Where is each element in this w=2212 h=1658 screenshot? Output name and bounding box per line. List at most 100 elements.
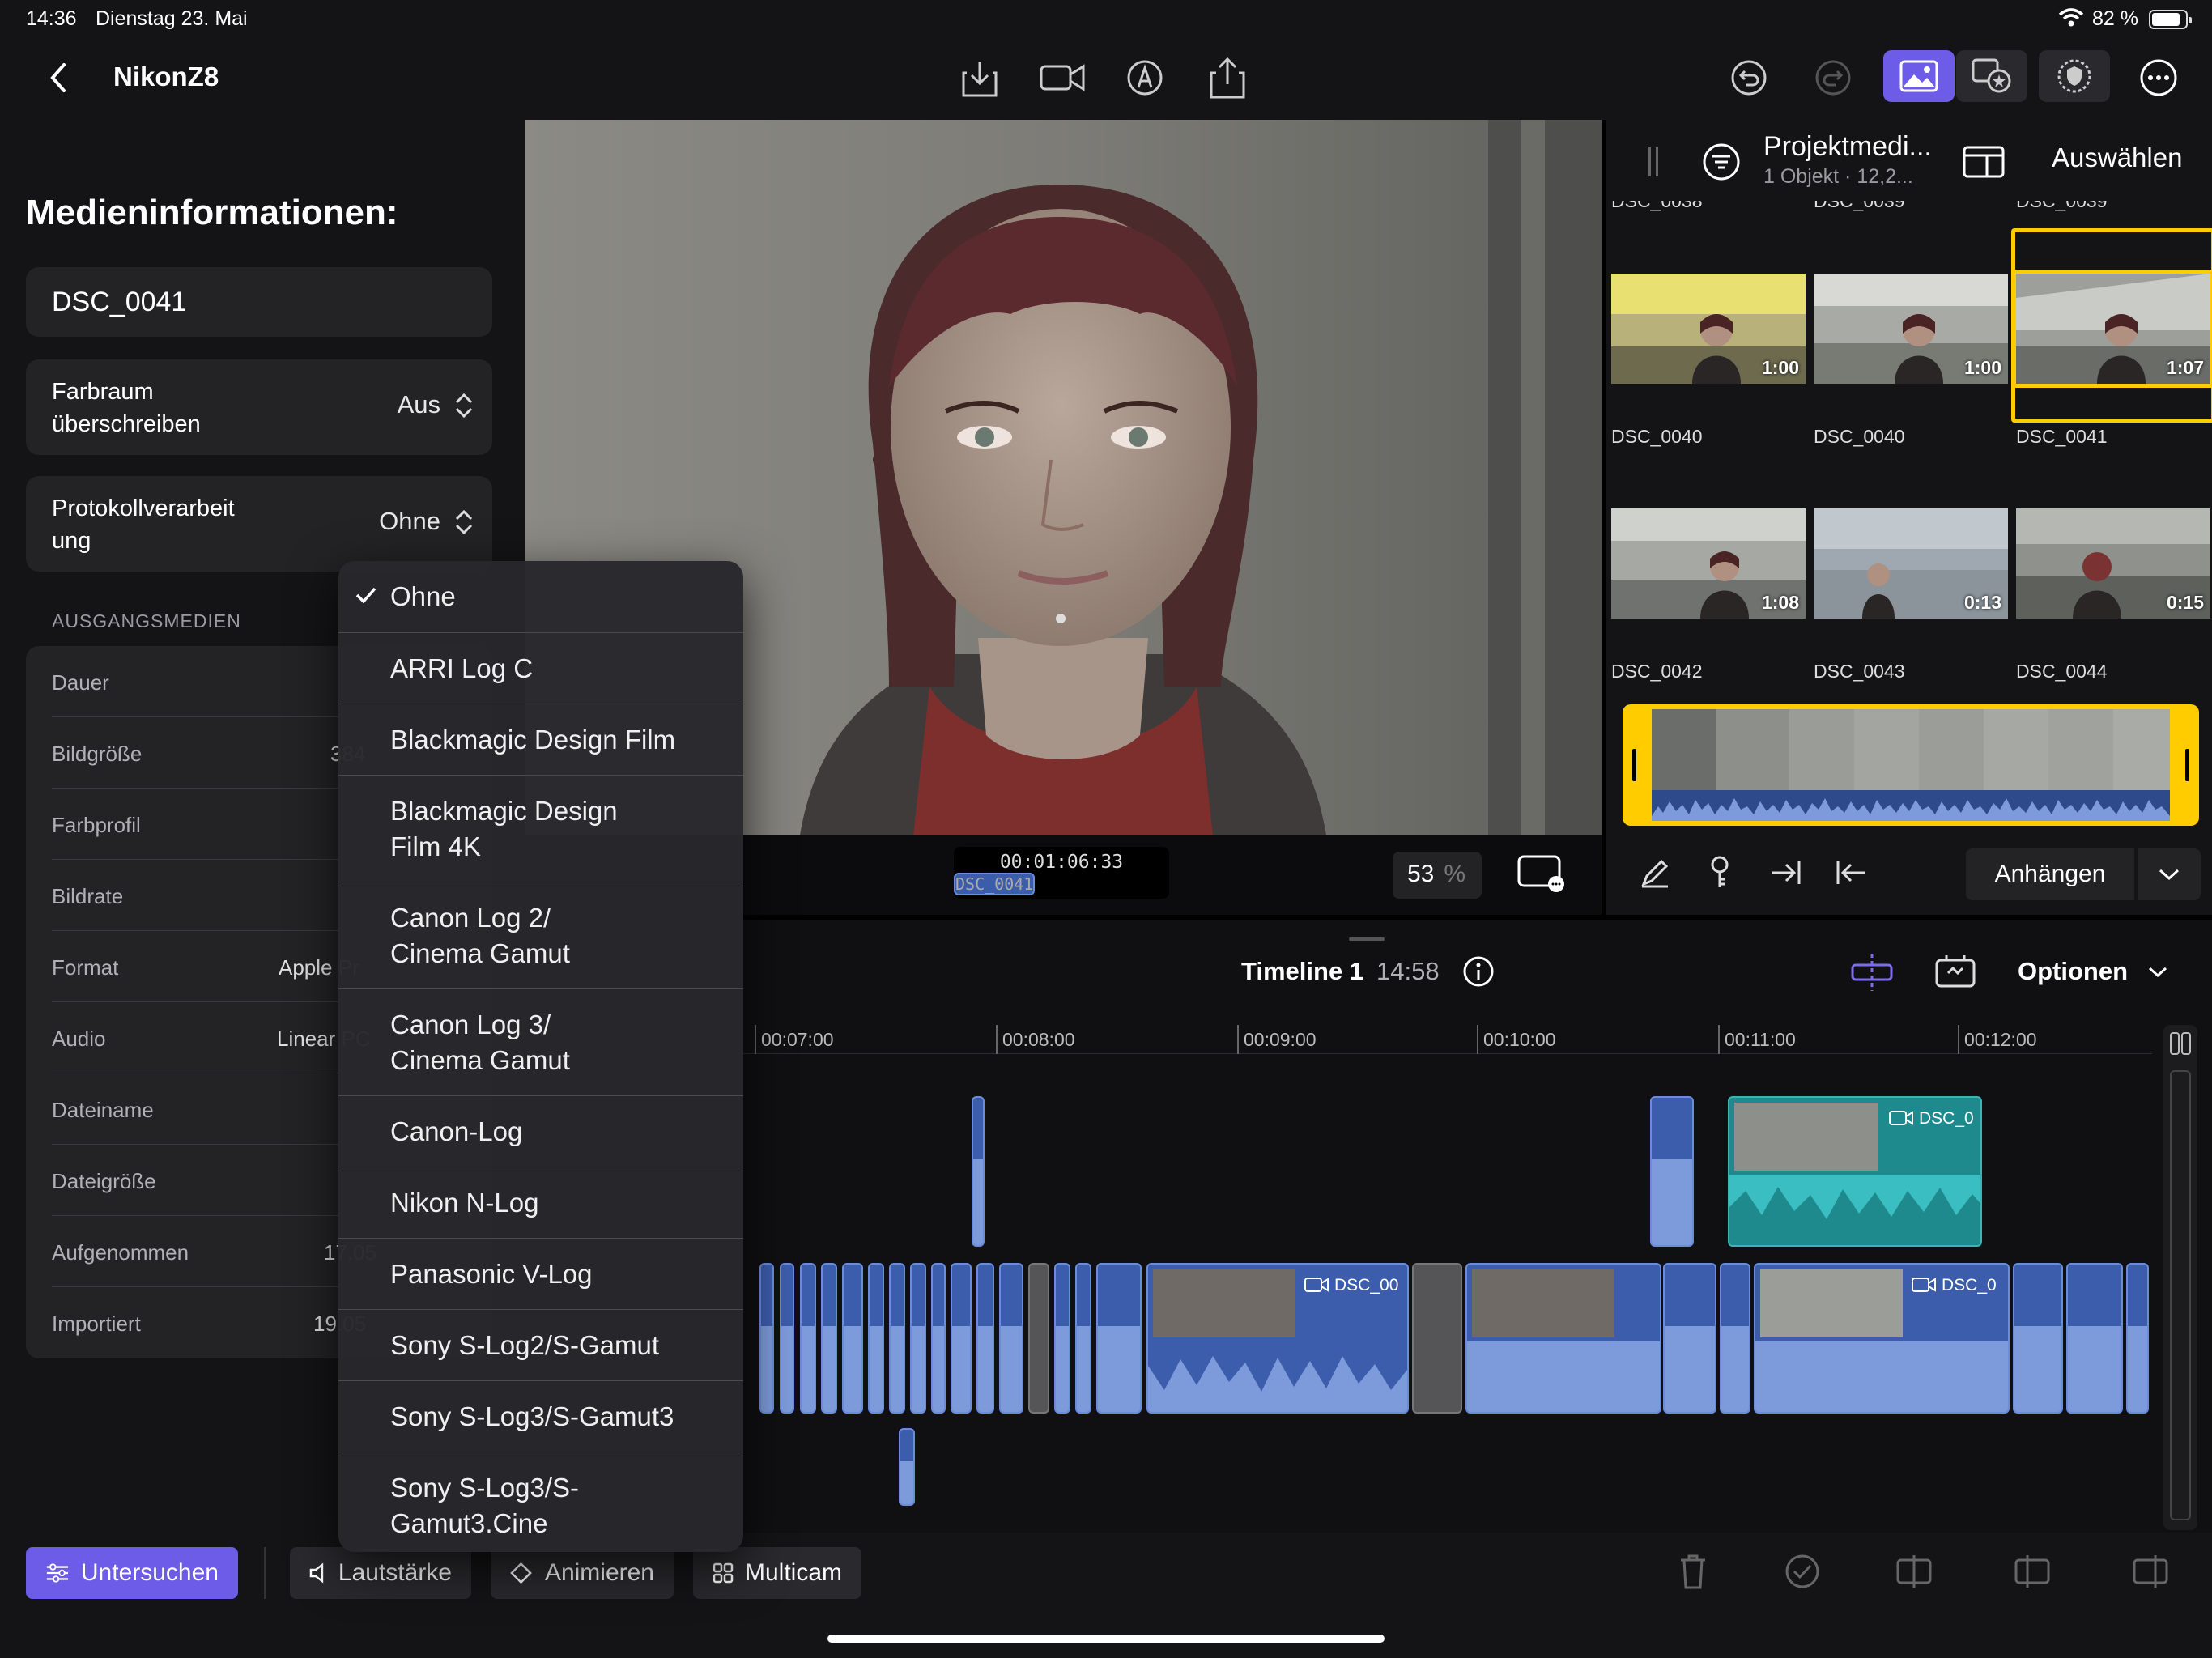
- timeline-clip[interactable]: [800, 1263, 816, 1414]
- media-thumbnail-selected[interactable]: 1:07: [2012, 270, 2212, 388]
- timeline-clip[interactable]: [1054, 1263, 1070, 1414]
- timeline-clip[interactable]: [1663, 1263, 1716, 1414]
- menu-item-sony-slog2[interactable]: Sony S-Log2/S-Gamut: [338, 1309, 743, 1380]
- timeline-clip[interactable]: [910, 1263, 926, 1414]
- media-thumbnail[interactable]: 1:00: [1814, 274, 2008, 384]
- menu-item-bmd-film-4k[interactable]: Blackmagic Design Film 4K: [338, 775, 743, 882]
- photos-icon[interactable]: [1883, 50, 1955, 102]
- timeline-gap-clip[interactable]: [1028, 1263, 1049, 1414]
- timeline-clip[interactable]: [1650, 1096, 1694, 1247]
- skimming-icon[interactable]: [1933, 952, 1977, 991]
- split-icon[interactable]: [1895, 1554, 1933, 1589]
- menu-item-canon-log[interactable]: Canon-Log: [338, 1095, 743, 1167]
- redo-icon[interactable]: [1809, 53, 1857, 102]
- clip-range-selector[interactable]: [1623, 704, 2199, 826]
- ruler-tick: 00:08:00: [996, 1025, 1075, 1054]
- color-space-picker[interactable]: Farbraum überschreiben Aus: [26, 359, 492, 455]
- checkmark-icon[interactable]: [1784, 1554, 1820, 1589]
- timeline-clip[interactable]: [999, 1263, 1023, 1414]
- insert-right-icon[interactable]: [1762, 848, 1810, 897]
- trim-handle-right[interactable]: [2185, 749, 2189, 781]
- animate-button[interactable]: Animieren: [491, 1547, 674, 1599]
- timeline-clip[interactable]: [759, 1263, 774, 1414]
- timeline-scrollbar[interactable]: [2163, 1025, 2197, 1530]
- pencil-icon[interactable]: [1631, 848, 1679, 897]
- menu-item-arri[interactable]: ARRI Log C: [338, 632, 743, 704]
- trim-handle-left[interactable]: [1632, 749, 1636, 781]
- snapping-icon[interactable]: [1849, 952, 1895, 993]
- menu-item-bmd-film[interactable]: Blackmagic Design Film: [338, 704, 743, 775]
- import-icon[interactable]: [955, 53, 1004, 102]
- timeline-clip[interactable]: [976, 1263, 994, 1414]
- clip-name-field[interactable]: DSC_0041: [26, 267, 492, 337]
- media-thumbnail[interactable]: 1:08: [1611, 508, 1806, 619]
- menu-item-canon-log2[interactable]: Canon Log 2/ Cinema Gamut: [338, 882, 743, 988]
- inspect-button[interactable]: Untersuchen: [26, 1547, 238, 1599]
- camera-icon[interactable]: [1038, 53, 1087, 102]
- favorites-icon[interactable]: [1956, 50, 2027, 102]
- timeline-gap-clip[interactable]: [1412, 1263, 1462, 1414]
- menu-item-nikon-nlog[interactable]: Nikon N-Log: [338, 1167, 743, 1238]
- timeline-clip[interactable]: [868, 1263, 884, 1414]
- timeline-clip[interactable]: [951, 1263, 972, 1414]
- undo-icon[interactable]: [1725, 53, 1773, 102]
- timeline-clip[interactable]: [1096, 1263, 1142, 1414]
- timeline-clip-connected[interactable]: DSC_0: [1728, 1096, 1982, 1247]
- timeline-clip[interactable]: DSC_00: [1146, 1263, 1409, 1414]
- thumb-duration: 1:00: [1761, 357, 1799, 378]
- trim-end-icon[interactable]: [2131, 1554, 2170, 1589]
- trim-start-icon[interactable]: [2013, 1554, 2052, 1589]
- timeline-clip[interactable]: [972, 1096, 985, 1247]
- zoom-control[interactable]: 53%: [1393, 852, 1482, 899]
- timeline-clip[interactable]: [842, 1263, 863, 1414]
- thumb-label: DSC_0039: [2016, 201, 2108, 211]
- more-icon[interactable]: [2134, 53, 2183, 102]
- voiceover-icon[interactable]: [1121, 53, 1169, 102]
- timeline-clip[interactable]: [780, 1263, 794, 1414]
- timeline-clip[interactable]: [1720, 1263, 1750, 1414]
- status-bar: 14:36 Dienstag 23. Mai 82 %: [0, 0, 2212, 37]
- media-thumbnail[interactable]: 0:15: [2016, 508, 2210, 619]
- select-button[interactable]: Auswählen: [2052, 142, 2182, 173]
- timeline-clip[interactable]: [1075, 1263, 1091, 1414]
- timeline-clip[interactable]: DSC_0: [1754, 1263, 2010, 1414]
- menu-item-sony-slog3[interactable]: Sony S-Log3/S-Gamut3: [338, 1380, 743, 1452]
- media-thumbnail[interactable]: 1:00: [1611, 274, 1806, 384]
- viewer-options-icon[interactable]: [1516, 853, 1568, 892]
- home-indicator[interactable]: [827, 1635, 1385, 1643]
- menu-item-ohne[interactable]: Ohne: [338, 561, 743, 632]
- menu-item-sony-slog3-cine[interactable]: Sony S-Log3/S- Gamut3.Cine: [338, 1452, 743, 1552]
- media-thumbnail[interactable]: 0:13: [1814, 508, 2008, 619]
- timeline-clip[interactable]: [2066, 1263, 2123, 1414]
- append-button[interactable]: Anhängen: [1966, 848, 2134, 900]
- timeline-clip[interactable]: [931, 1263, 946, 1414]
- timeline-clip[interactable]: [2126, 1263, 2149, 1414]
- menu-item-canon-log3[interactable]: Canon Log 3/ Cinema Gamut: [338, 988, 743, 1095]
- filter-icon[interactable]: [1702, 142, 1741, 181]
- timeline-clip[interactable]: [1465, 1263, 1661, 1414]
- zoom-slider-track[interactable]: [2170, 1070, 2191, 1520]
- layout-icon[interactable]: [1963, 146, 2005, 178]
- chevron-down-icon[interactable]: [2138, 848, 2201, 900]
- shield-icon[interactable]: [2039, 50, 2110, 102]
- keyword-icon[interactable]: [1695, 848, 1744, 897]
- timeline-ruler[interactable]: 00:07:00 00:08:00 00:09:00 00:10:00 00:1…: [525, 1015, 2152, 1054]
- share-icon[interactable]: [1203, 53, 1252, 102]
- back-chevron-icon[interactable]: [34, 53, 83, 102]
- timeline-clip[interactable]: [2013, 1263, 2063, 1414]
- trash-icon[interactable]: [1678, 1554, 1708, 1589]
- browser-title[interactable]: Projektmedi...: [1763, 131, 1932, 163]
- timeline-clip[interactable]: [889, 1263, 905, 1414]
- timeline-options-button[interactable]: Optionen: [2018, 957, 2128, 986]
- multicam-button[interactable]: Multicam: [693, 1547, 861, 1599]
- insert-left-icon[interactable]: [1827, 848, 1875, 897]
- timeline-clip[interactable]: [899, 1428, 915, 1506]
- timeline-clip[interactable]: [821, 1263, 837, 1414]
- split-view-icon[interactable]: [2169, 1031, 2192, 1056]
- drag-handle-icon[interactable]: [1647, 147, 1660, 176]
- volume-button[interactable]: Lautstärke: [290, 1547, 471, 1599]
- resize-handle[interactable]: [1349, 937, 1385, 941]
- log-processing-picker[interactable]: Protokollverarbeit ung Ohne: [26, 476, 492, 572]
- info-icon[interactable]: [1462, 955, 1495, 988]
- menu-item-panasonic-vlog[interactable]: Panasonic V-Log: [338, 1238, 743, 1309]
